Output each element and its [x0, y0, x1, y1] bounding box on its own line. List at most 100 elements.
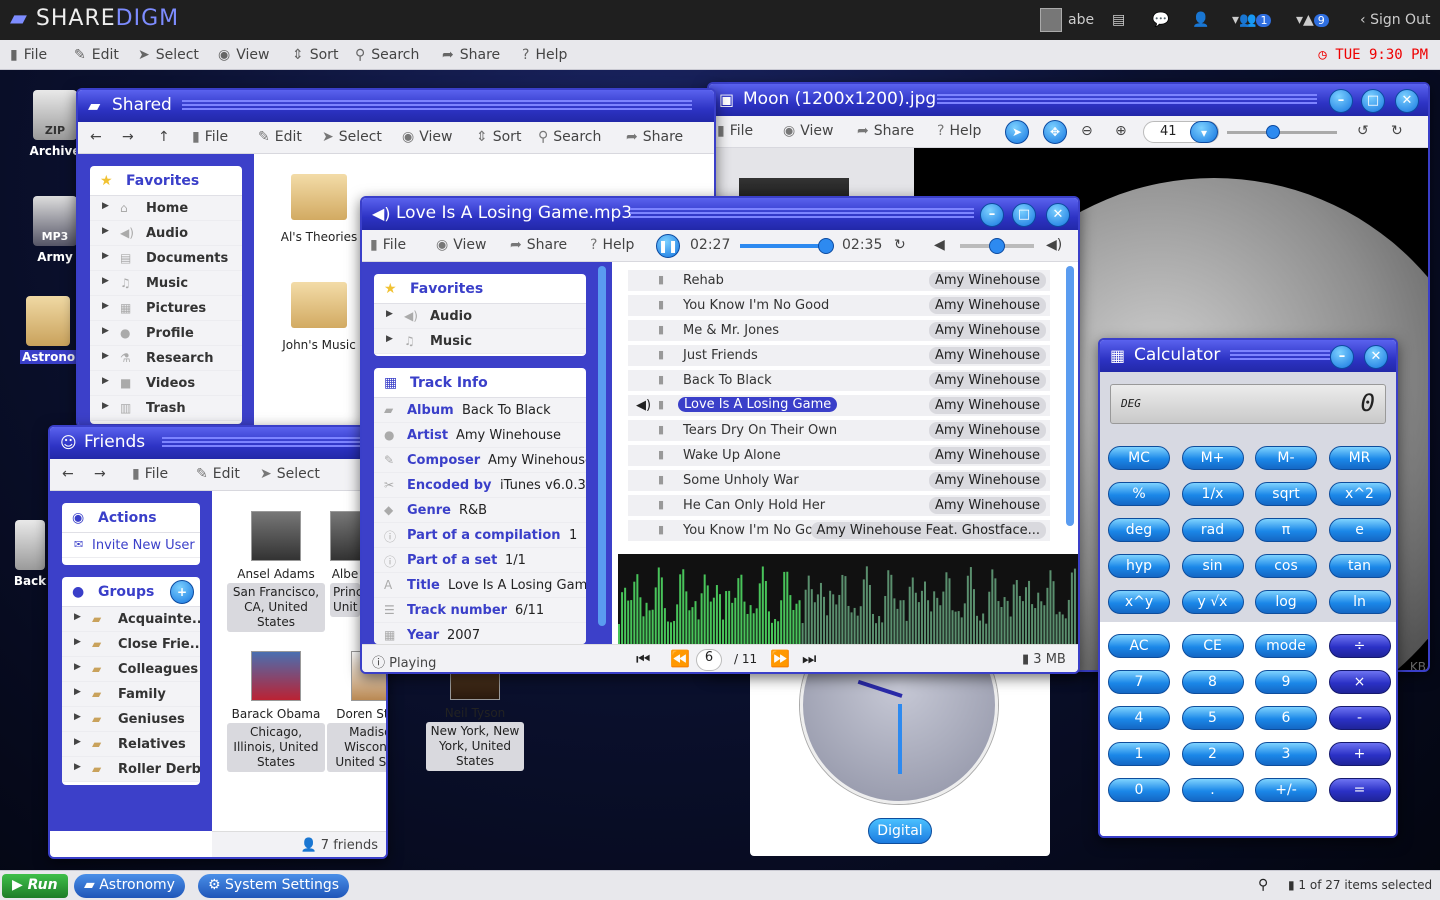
title-bar[interactable]: ▰ Shared: [78, 90, 714, 122]
volume-icon[interactable]: ◀): [1046, 237, 1062, 253]
maximize-button[interactable]: □: [1361, 89, 1385, 113]
friend-card[interactable]: Ansel Adams San Francisco, CA, United Sta…: [227, 511, 325, 632]
shared-menu-edit[interactable]: ✎ Edit: [258, 129, 302, 145]
menu-help[interactable]: ? Help: [522, 47, 567, 63]
forward-icon[interactable]: →: [94, 466, 106, 482]
key-num-1-0[interactable]: 7: [1108, 670, 1170, 694]
player-menu-help[interactable]: ? Help: [590, 237, 634, 253]
menu-sort[interactable]: ⇕ Sort: [292, 47, 338, 63]
track-row-playing[interactable]: ◀) ▮ Love Is A Losing Game Amy Winehouse: [628, 395, 1050, 417]
key-fn-1-0[interactable]: %: [1108, 482, 1170, 506]
viewer-menu-view[interactable]: ◉ View: [783, 123, 833, 139]
repeat-icon[interactable]: ↻: [894, 237, 906, 253]
group-item[interactable]: ▶ ▰ Colleagues: [62, 657, 200, 682]
viewer-menu-file[interactable]: ▮ File: [717, 123, 753, 139]
friends-menu-edit[interactable]: ✎ Edit: [196, 466, 240, 482]
menu-search[interactable]: ⚲ Search: [355, 47, 419, 63]
favorite-music[interactable]: ▶ ♫ Music: [90, 271, 242, 296]
track-number-input[interactable]: 6: [696, 649, 722, 671]
mute-icon[interactable]: ◀: [934, 237, 945, 253]
key-fn-1-2[interactable]: sqrt: [1255, 482, 1317, 506]
alerts-icon[interactable]: ▾▲ 9: [1296, 12, 1329, 28]
friend-card[interactable]: Albe Princ Unit: [330, 511, 360, 617]
up-icon[interactable]: ↑: [158, 129, 170, 145]
key-fn-2-3[interactable]: e: [1328, 518, 1391, 542]
seek-handle[interactable]: [817, 238, 834, 254]
title-bar[interactable]: ◀) Love Is A Losing Game.mp3 – □ ✕: [362, 198, 1078, 230]
calculator-window[interactable]: ▦ Calculator – ✕ DEG 0 MC M+ M- MR% 1/x sqrt x…: [1098, 338, 1398, 838]
key-fn-0-3[interactable]: MR: [1328, 446, 1391, 470]
zoom-out-icon[interactable]: ⊖: [1081, 123, 1093, 139]
add-group-icon[interactable]: +: [170, 580, 194, 604]
group-item[interactable]: ▶ ▰ Close Frie...: [62, 632, 200, 657]
drag-handle[interactable]: [937, 94, 1317, 106]
invite-user-button[interactable]: ✉ Invite New User: [62, 533, 200, 558]
key-fn-2-1[interactable]: rad: [1181, 518, 1244, 542]
key-fn-4-2[interactable]: log: [1255, 590, 1317, 614]
user-search-icon[interactable]: 👤: [1192, 12, 1209, 28]
track-row[interactable]: ▮ Some Unholy War Amy Winehouse: [628, 470, 1050, 492]
player-menu-file[interactable]: ▮ File: [370, 237, 406, 253]
shared-menu-file[interactable]: ▮ File: [192, 129, 228, 145]
key-fn-4-3[interactable]: ln: [1328, 590, 1391, 614]
zoom-slider-handle[interactable]: [1266, 125, 1281, 139]
track-row[interactable]: ▮ Me & Mr. Jones Amy Winehouse: [628, 320, 1050, 342]
file-item[interactable]: Al's Theories: [274, 174, 364, 244]
key-num-0-0[interactable]: AC: [1108, 634, 1170, 658]
close-button[interactable]: ✕: [1364, 345, 1388, 369]
favorite-pictures[interactable]: ▶ ▦ Pictures: [90, 296, 242, 321]
chat-icon[interactable]: 💬: [1152, 12, 1169, 28]
first-track-icon[interactable]: ⏮: [636, 649, 650, 669]
close-button[interactable]: ✕: [1046, 203, 1070, 227]
rotate-left-icon[interactable]: ↺: [1357, 123, 1369, 139]
friends-window[interactable]: ☺ Friends ← → ▮ File ✎ Edit ➤ Select ◉ Actio…: [48, 425, 388, 859]
track-row[interactable]: ▮ He Can Only Hold Her Amy Winehouse: [628, 495, 1050, 517]
volume-slider[interactable]: [960, 238, 1034, 254]
title-bar[interactable]: ☺ Friends: [50, 427, 386, 459]
close-button[interactable]: ✕: [1395, 89, 1419, 113]
key-num-1-2[interactable]: 9: [1255, 670, 1317, 694]
title-bar[interactable]: ▣ Moon (1200x1200).jpg – □ ✕: [709, 84, 1428, 116]
group-item[interactable]: ▶ ▰ Family: [62, 682, 200, 707]
system-clock[interactable]: ◷ TUE 9:30 PM: [1318, 47, 1428, 63]
task-astronomy[interactable]: ▰ Astronomy: [74, 874, 185, 898]
viewer-menu-help[interactable]: ? Help: [937, 123, 981, 139]
track-row[interactable]: ▮ Just Friends Amy Winehouse: [628, 345, 1050, 367]
rotate-right-icon[interactable]: ↻: [1391, 123, 1403, 139]
group-item[interactable]: ▶ ▰ Geniuses: [62, 707, 200, 732]
shared-menu-sort[interactable]: ⇕ Sort: [476, 129, 521, 145]
friend-card[interactable]: Barack Obama Chicago, Illinois, United St…: [227, 651, 325, 772]
favorites-header[interactable]: ★ Favorites: [374, 274, 586, 304]
key-fn-2-0[interactable]: deg: [1108, 518, 1170, 542]
key-fn-1-1[interactable]: 1/x: [1181, 482, 1244, 506]
key-num-4-3[interactable]: =: [1328, 778, 1391, 802]
key-fn-1-3[interactable]: x^2: [1328, 482, 1391, 506]
zoom-slider[interactable]: [1227, 125, 1337, 139]
menu-share[interactable]: ➦ Share: [442, 47, 500, 63]
window-list-icon[interactable]: ▤: [1112, 12, 1125, 28]
seek-bar[interactable]: [740, 238, 834, 254]
minimize-button[interactable]: –: [1330, 345, 1354, 369]
track-row[interactable]: ▮ Wake Up Alone Amy Winehouse: [628, 445, 1050, 467]
menu-file[interactable]: ▮ File: [10, 47, 47, 63]
key-fn-2-2[interactable]: π: [1255, 518, 1317, 542]
favorite-trash[interactable]: ▶ ▥ Trash: [90, 396, 242, 421]
key-num-3-3[interactable]: +: [1328, 742, 1391, 766]
music-player-window[interactable]: ◀) Love Is A Losing Game.mp3 – □ ✕ ▮ File…: [360, 196, 1080, 674]
menu-select[interactable]: ➤ Select: [138, 47, 199, 63]
back-icon[interactable]: ←: [90, 129, 102, 145]
favorite-videos[interactable]: ▶ ■ Videos: [90, 371, 242, 396]
key-num-3-2[interactable]: 3: [1255, 742, 1317, 766]
back-icon[interactable]: ←: [62, 466, 74, 482]
group-item[interactable]: ▶ ▰ Relatives: [62, 732, 200, 757]
key-fn-0-2[interactable]: M-: [1255, 446, 1317, 470]
avatar[interactable]: [1040, 8, 1062, 32]
key-fn-4-0[interactable]: x^y: [1108, 590, 1170, 614]
track-row[interactable]: ▮ Rehab Amy Winehouse: [628, 270, 1050, 292]
shared-menu-search[interactable]: ⚲ Search: [538, 129, 601, 145]
drag-handle[interactable]: [182, 100, 692, 112]
previous-track-icon[interactable]: ⏪: [670, 649, 690, 668]
group-item[interactable]: ▶ ▰ Acquainte...: [62, 607, 200, 632]
minimize-button[interactable]: –: [1329, 89, 1353, 113]
shared-menu-select[interactable]: ➤ Select: [322, 129, 382, 145]
